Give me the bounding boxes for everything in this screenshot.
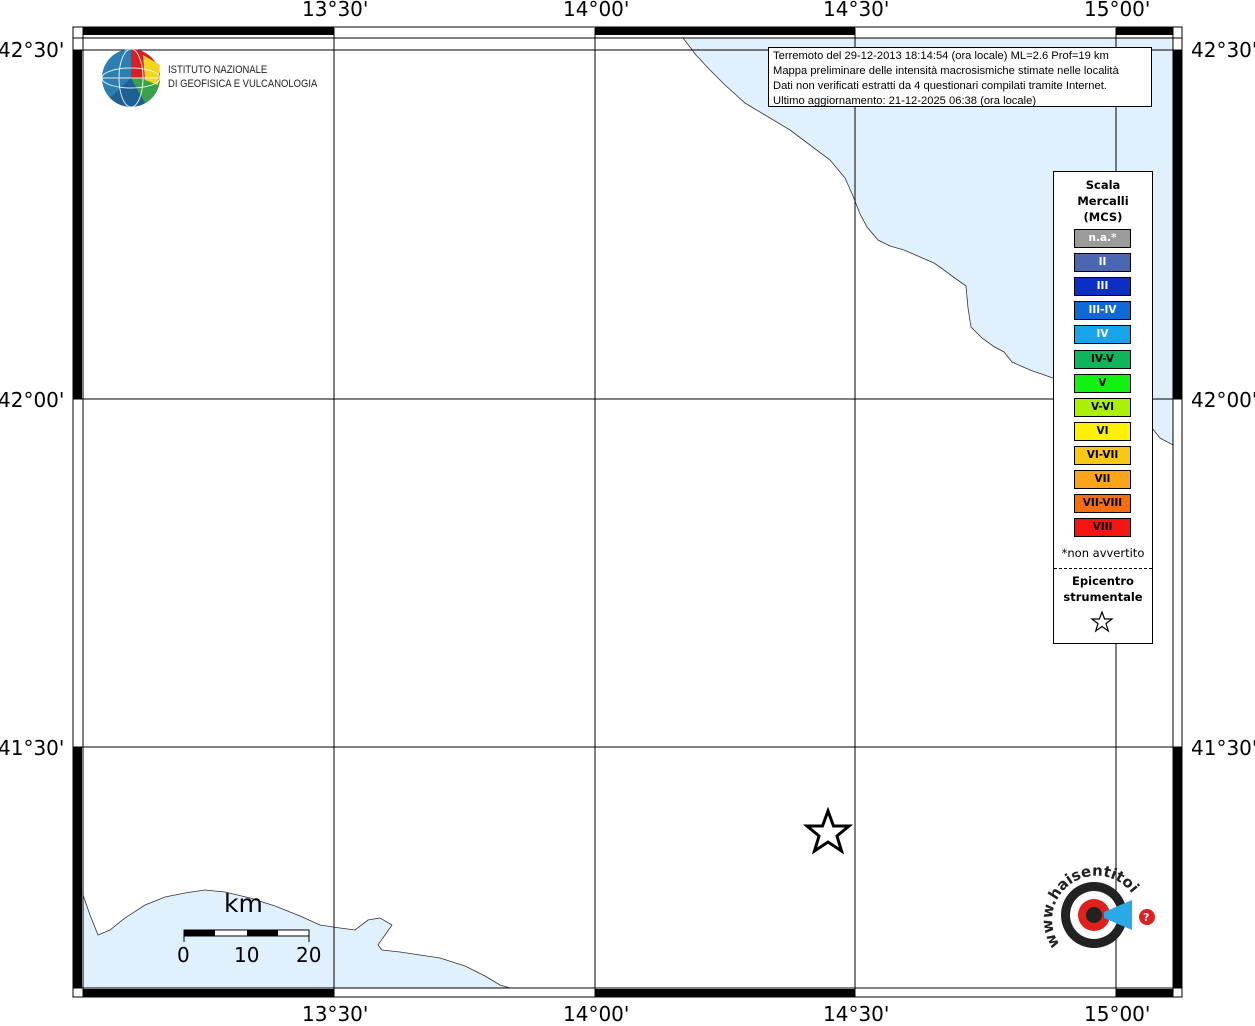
legend-star-icon bbox=[1090, 611, 1114, 633]
lon-label-top-1: 13°30' bbox=[302, 0, 369, 21]
lon-label-bottom-3: 14°30' bbox=[823, 1002, 890, 1026]
lon-label-top-3: 14°30' bbox=[823, 0, 890, 21]
legend-item-iii-iv: III-IV bbox=[1074, 301, 1131, 321]
lon-label-top-2: 14°00' bbox=[563, 0, 630, 21]
lat-label-left-2: 42°00' bbox=[0, 388, 65, 412]
lon-label-top-4: 15°00' bbox=[1084, 0, 1151, 21]
scale-bar-tick: 20 bbox=[296, 943, 322, 967]
ingv-logo-line1: ISTITUTO NAZIONALE bbox=[168, 64, 268, 76]
lon-label-bottom-1: 13°30' bbox=[302, 1002, 369, 1026]
svg-text:?: ? bbox=[1143, 911, 1149, 924]
legend-item-iii: III bbox=[1074, 277, 1131, 297]
legend-item-iv-v: IV-V bbox=[1074, 349, 1131, 369]
legend-item-n-a: n.a.* bbox=[1074, 229, 1131, 248]
lat-label-right-1: 42°30' bbox=[1191, 38, 1255, 62]
legend-epicenter-label: Epicentro strumentale bbox=[1063, 574, 1143, 604]
lat-label-right-2: 42°00' bbox=[1191, 388, 1255, 412]
scale-bar-tick: 0 bbox=[177, 943, 190, 967]
legend-title: Scala Mercalli (MCS) bbox=[1077, 178, 1129, 224]
ingv-logo-icon bbox=[101, 48, 161, 108]
legend-item-ii: II bbox=[1074, 253, 1131, 273]
legend-item-v: V bbox=[1074, 373, 1131, 393]
legend-item-viii: VIII bbox=[1074, 518, 1131, 538]
ingv-logo-text: ISTITUTO NAZIONALE DI GEOFISICA E VULCAN… bbox=[168, 63, 317, 91]
scale-bar-tick: 10 bbox=[234, 943, 260, 967]
legend-divider bbox=[1054, 568, 1152, 569]
event-info-box: Terremoto del 29-12-2013 18:14:54 (ora l… bbox=[768, 47, 1152, 107]
legend-item-iv: IV bbox=[1074, 325, 1131, 345]
legend-item-vi-vii: VI-VII bbox=[1074, 445, 1131, 465]
lat-label-left-1: 42°30' bbox=[0, 38, 65, 62]
event-info-line: Dati non verificati estratti da 4 questi… bbox=[773, 80, 1107, 92]
lon-label-bottom-2: 14°00' bbox=[563, 1002, 630, 1026]
lat-label-right-3: 41°30' bbox=[1191, 736, 1255, 760]
event-info-line: Mappa preliminare delle intensità macros… bbox=[773, 65, 1119, 77]
scale-bar-unit: km bbox=[224, 889, 263, 918]
lon-label-bottom-4: 15°00' bbox=[1084, 1002, 1151, 1026]
ingv-logo-line2: DI GEOFISICA E VULCANOLOGIA bbox=[168, 78, 318, 90]
legend-note: *non avvertito bbox=[1061, 546, 1145, 560]
intensity-legend: Scala Mercalli (MCS) n.a.* II III III-IV IV I… bbox=[1053, 171, 1153, 644]
legend-item-v-vi: V-VI bbox=[1074, 397, 1131, 417]
event-info-line: Terremoto del 29-12-2013 18:14:54 (ora l… bbox=[773, 50, 1109, 62]
event-info-line: Ultimo aggiornamento: 21-12-2025 06:38 (… bbox=[773, 95, 1037, 107]
legend-item-vii: VII bbox=[1074, 470, 1131, 489]
legend-item-vii-viii: VII-VIII bbox=[1074, 494, 1131, 514]
lat-label-left-3: 41°30' bbox=[0, 736, 65, 760]
legend-item-vi: VI bbox=[1074, 421, 1131, 441]
